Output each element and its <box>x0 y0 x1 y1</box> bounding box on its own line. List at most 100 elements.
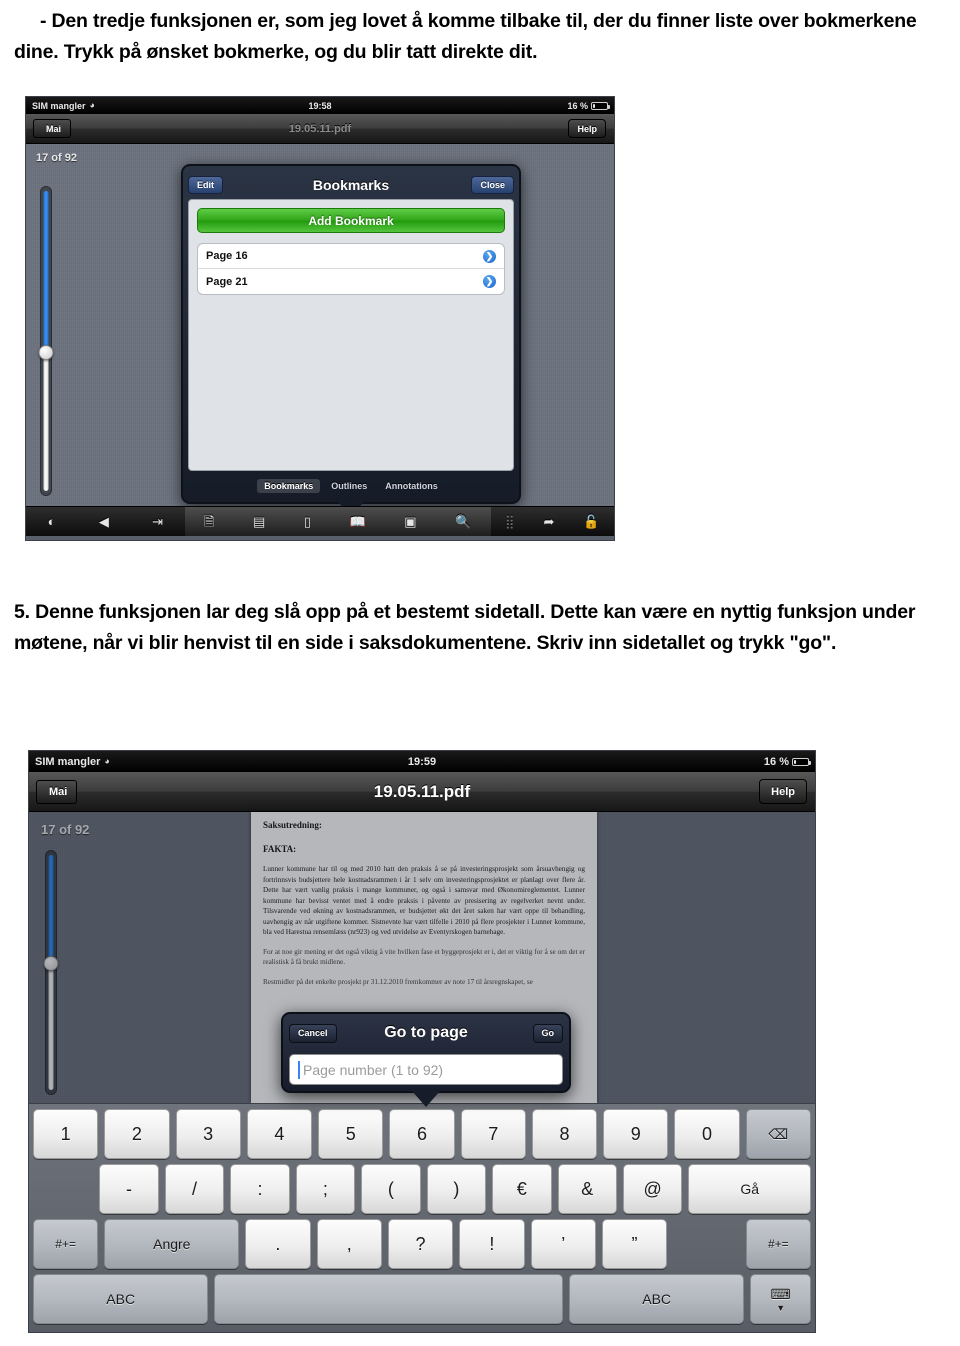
battery-icon <box>591 101 610 110</box>
key-2[interactable]: 2 <box>104 1109 170 1159</box>
key-0[interactable]: 0 <box>674 1109 740 1159</box>
keyboard-row-1: 1 2 3 4 5 6 7 8 9 0 ⌫ <box>33 1109 811 1159</box>
key-comma[interactable]: , <box>316 1219 382 1269</box>
clock-label: 19:59 <box>407 755 437 768</box>
page-number-placeholder: Page number (1 to 92) <box>303 1061 444 1078</box>
bottom-toolbar: ◐ ◀ ⇥ 🗎 ▤ ▯ 📖 ▣ 🔍 ⣿ ➦ 🔓 <box>26 506 614 536</box>
pdf-text-content: Saksutredning: FAKTA: Lunner kommune har… <box>251 812 597 987</box>
intro-paragraph: - Den tredje funksjonen er, som jeg love… <box>14 6 948 68</box>
key-paren-close[interactable]: ) <box>426 1164 487 1214</box>
go-button[interactable]: Go <box>532 1023 563 1043</box>
popover-header: Edit Bookmarks Close <box>188 171 514 199</box>
key-paren-open[interactable]: ( <box>361 1164 421 1214</box>
page-slider-rest <box>43 357 49 491</box>
key-1[interactable]: 1 <box>33 1109 99 1159</box>
key-5[interactable]: 5 <box>318 1109 384 1159</box>
hide-keyboard-glyph: ⌨ <box>770 1285 791 1302</box>
toolbar-group-left: ◐ ◀ ⇥ <box>26 507 185 536</box>
tab-outlines[interactable]: Outlines <box>324 479 374 493</box>
key-7[interactable]: 7 <box>460 1109 526 1159</box>
page-slider[interactable] <box>38 186 54 496</box>
key-space[interactable] <box>214 1274 563 1324</box>
keyboard-row-2: - / : ; ( ) € & @ Gå <box>33 1164 812 1214</box>
key-quote[interactable]: ” <box>601 1219 668 1269</box>
ipad-screenshot-goto-page: SIM mangler ◕ 19:59 16 % Mai 19.05.11.pd… <box>28 750 816 1333</box>
key-period[interactable]: . <box>245 1219 311 1269</box>
pdf-body-paragraph-3: Restmidler på det enkelte prosjekt pr 31… <box>263 977 533 986</box>
key-undo[interactable]: Angre <box>104 1219 240 1269</box>
key-euro[interactable]: € <box>492 1164 552 1214</box>
row-2-left-gap <box>33 1164 93 1214</box>
battery-icon <box>792 757 811 766</box>
toolbar-group-right: ⣿ ➦ 🔓 <box>490 507 614 536</box>
ipad-screenshot-bookmarks: SIM mangler ◕ 19:58 16 % Mai 19.05.11.pd… <box>25 96 615 541</box>
single-page-icon[interactable]: ▯ <box>304 515 311 528</box>
page-slider-rest <box>48 969 54 1090</box>
backspace-icon[interactable]: ⌫ <box>745 1109 811 1159</box>
key-apostrophe[interactable]: ’ <box>530 1219 596 1269</box>
tab-annotations[interactable]: Annotations <box>378 479 445 493</box>
tab-bookmarks[interactable]: Bookmarks <box>257 479 321 493</box>
bookmark-label: Page 21 <box>206 275 248 288</box>
share-icon[interactable]: ➦ <box>543 515 554 528</box>
key-6[interactable]: 6 <box>389 1109 455 1159</box>
pdf-body-paragraph-2: For at noe gir mening er det også viktig… <box>263 947 585 967</box>
document-page: - Den tredje funksjonen er, som jeg love… <box>0 0 960 1346</box>
lock-icon[interactable]: 🔓 <box>583 515 599 528</box>
thumbnail-icon[interactable]: ▣ <box>404 515 416 528</box>
keyboard-row-4: ABC ABC ⌨ ▼ <box>33 1274 811 1324</box>
chevron-right-icon[interactable]: ❯ <box>483 275 496 288</box>
text-caret <box>298 1060 300 1079</box>
key-3[interactable]: 3 <box>175 1109 241 1159</box>
page-number-input[interactable]: Page number (1 to 92) <box>289 1054 563 1085</box>
key-slash[interactable]: / <box>164 1164 225 1214</box>
back-arrow-icon[interactable]: ◀ <box>99 515 109 528</box>
key-colon[interactable]: : <box>230 1164 290 1214</box>
status-bar: SIM mangler ◕ 19:58 16 % <box>26 97 614 114</box>
key-4[interactable]: 4 <box>246 1109 313 1159</box>
key-ampersand[interactable]: & <box>557 1164 617 1214</box>
key-hyphen[interactable]: - <box>99 1164 159 1214</box>
chevron-right-icon[interactable]: ❯ <box>483 249 496 263</box>
key-symbols-left[interactable]: #+= <box>33 1219 99 1269</box>
bookmark-label: Page 16 <box>206 250 248 262</box>
goto-page-paragraph: 5. Denne funksjonen lar deg slå opp på e… <box>14 601 916 654</box>
key-abc-left[interactable]: ABC <box>33 1274 209 1324</box>
page-slider-knob[interactable] <box>38 345 54 360</box>
list-item[interactable]: Page 16 ❯ <box>198 244 504 269</box>
key-symbols-right[interactable]: #+= <box>745 1219 811 1269</box>
list-item[interactable]: Page 21 ❯ <box>198 269 504 294</box>
key-question[interactable]: ? <box>387 1219 454 1269</box>
key-at[interactable]: @ <box>622 1164 683 1214</box>
popover-tabs: Bookmarks Outlines Annotations <box>188 475 514 497</box>
key-semicolon[interactable]: ; <box>295 1164 356 1214</box>
key-abc-right[interactable]: ABC <box>568 1274 745 1324</box>
key-9[interactable]: 9 <box>603 1109 669 1159</box>
page-slider-fill <box>48 855 54 963</box>
popover-body: Add Bookmark Page 16 ❯ Page 21 ❯ <box>188 199 514 471</box>
key-8[interactable]: 8 <box>531 1109 598 1159</box>
brightness-icon[interactable]: ◐ <box>48 515 56 528</box>
bookmark-list: Page 16 ❯ Page 21 ❯ <box>197 243 505 295</box>
key-go[interactable]: Gå <box>688 1164 812 1214</box>
search-icon[interactable]: 🔍 <box>455 515 471 528</box>
bookmarks-book-icon[interactable]: 📖 <box>350 515 366 528</box>
bookmarks-popover: Edit Bookmarks Close Add Bookmark Page 1… <box>181 164 521 504</box>
pdf-body-paragraph: Lunner kommune har til og med 2010 hatt … <box>263 865 585 936</box>
pdf-heading: Saksutredning: <box>263 820 322 830</box>
document-icon[interactable]: 🗎 <box>204 515 214 528</box>
page-slider[interactable] <box>43 850 59 1095</box>
key-exclamation[interactable]: ! <box>459 1219 525 1269</box>
keyboard-row-3: #+= Angre . , ? ! ’ ” #+= <box>33 1219 811 1269</box>
grid-icon[interactable]: ⣿ <box>505 515 515 528</box>
hide-keyboard-icon[interactable]: ⌨ ▼ <box>750 1274 811 1324</box>
page-slider-knob[interactable] <box>43 956 59 971</box>
add-bookmark-button[interactable]: Add Bookmark <box>197 208 505 233</box>
clock-label: 19:58 <box>308 100 332 111</box>
reader-area: 17 of 92 Edit Bookmarks Close Add Bookma… <box>26 144 614 506</box>
page-layout-icon[interactable]: ▤ <box>253 515 265 528</box>
cancel-button[interactable]: Cancel <box>289 1023 337 1043</box>
goto-page-icon[interactable]: ⇥ <box>152 515 163 528</box>
nav-bar: Mai 19.05.11.pdf Help <box>29 772 815 812</box>
toolbar-group-center: 🗎 ▤ ▯ 📖 ▣ 🔍 <box>184 507 491 536</box>
